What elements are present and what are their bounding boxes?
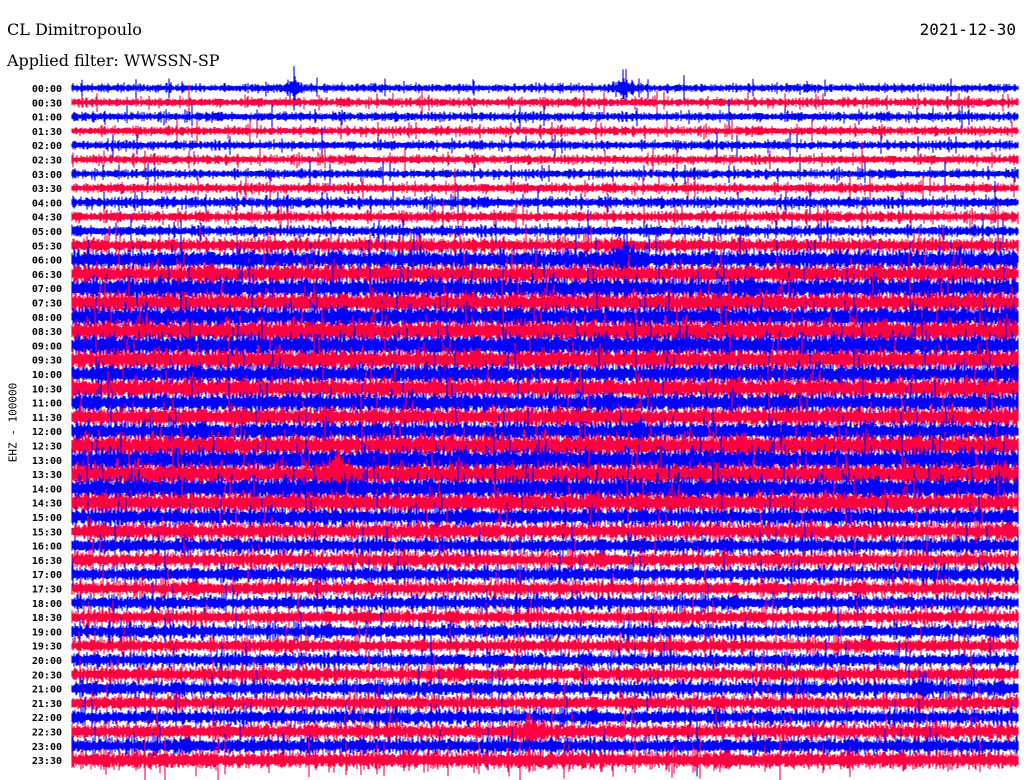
row-time-label: 18:00 xyxy=(32,599,62,610)
row-time-label: 15:30 xyxy=(32,527,62,538)
row-time-label: 11:00 xyxy=(32,399,62,410)
row-time-label: 16:30 xyxy=(32,556,62,567)
row-time-label: 23:00 xyxy=(32,742,62,753)
row-time-label: 09:00 xyxy=(32,341,62,352)
row-time-label: 17:00 xyxy=(32,570,62,581)
row-time-label: 11:30 xyxy=(32,413,62,424)
row-time-label: 19:00 xyxy=(32,627,62,638)
row-time-label: 13:00 xyxy=(32,456,62,467)
row-time-label: 15:00 xyxy=(32,513,62,524)
row-time-label: 13:30 xyxy=(32,470,62,481)
row-time-label: 03:30 xyxy=(32,184,62,195)
row-time-label: 10:30 xyxy=(32,384,62,395)
trace-row-0130 xyxy=(71,117,1019,147)
row-time-label: 00:30 xyxy=(32,98,62,109)
row-time-label: 06:30 xyxy=(32,270,62,281)
row-time-label: 08:30 xyxy=(32,327,62,338)
row-time-label: 06:00 xyxy=(32,256,62,267)
row-time-label: 14:00 xyxy=(32,484,62,495)
row-time-label: 01:00 xyxy=(32,113,62,124)
row-time-label: 20:00 xyxy=(32,656,62,667)
row-time-label: 07:30 xyxy=(32,299,62,310)
row-time-label: 14:30 xyxy=(32,499,62,510)
row-time-label: 00:00 xyxy=(32,84,62,95)
row-time-label: 22:00 xyxy=(32,713,62,724)
row-time-label: 09:30 xyxy=(32,356,62,367)
row-time-label: 04:30 xyxy=(32,213,62,224)
row-time-label: 02:30 xyxy=(32,156,62,167)
row-time-label: 12:30 xyxy=(32,442,62,453)
row-time-label: 04:00 xyxy=(32,198,62,209)
row-time-label: 20:30 xyxy=(32,670,62,681)
row-time-label: 03:00 xyxy=(32,170,62,181)
row-time-label: 21:00 xyxy=(32,685,62,696)
row-time-label: 17:30 xyxy=(32,585,62,596)
row-time-label: 08:00 xyxy=(32,313,62,324)
row-time-label: 18:30 xyxy=(32,613,62,624)
row-time-label: 12:00 xyxy=(32,427,62,438)
row-time-label: 10:00 xyxy=(32,370,62,381)
row-time-label: 19:30 xyxy=(32,642,62,653)
row-time-label: 05:00 xyxy=(32,227,62,238)
row-time-label: 22:30 xyxy=(32,728,62,739)
row-time-label: 02:00 xyxy=(32,141,62,152)
row-time-label: 05:30 xyxy=(32,241,62,252)
row-time-label: 21:30 xyxy=(32,699,62,710)
row-time-label: 16:00 xyxy=(32,542,62,553)
row-time-label: 01:30 xyxy=(32,127,62,138)
helicorder-plot: 00:00 00:30 01:00 01:30 02:00 02:30 03:00 03:30… xyxy=(32,66,1019,780)
row-time-label: 23:30 xyxy=(32,756,62,767)
row-time-label: 07:00 xyxy=(32,284,62,295)
